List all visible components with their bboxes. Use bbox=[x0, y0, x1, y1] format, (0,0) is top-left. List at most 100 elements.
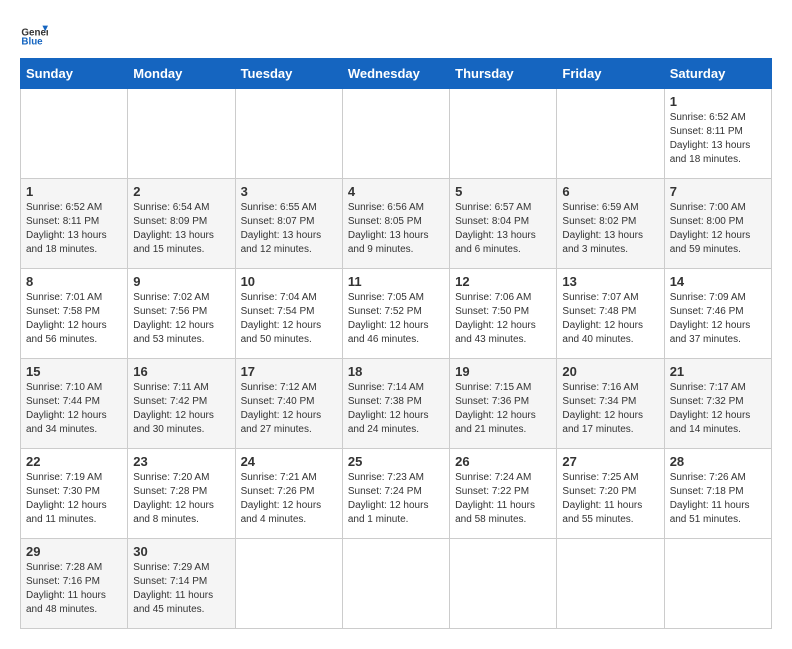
calendar-cell: 6 Sunrise: 6:59 AMSunset: 8:02 PMDayligh… bbox=[557, 179, 664, 269]
calendar-cell: 23 Sunrise: 7:20 AMSunset: 7:28 PMDaylig… bbox=[128, 449, 235, 539]
calendar-table: SundayMondayTuesdayWednesdayThursdayFrid… bbox=[20, 58, 772, 629]
day-info: Sunrise: 7:26 AMSunset: 7:18 PMDaylight:… bbox=[670, 472, 750, 525]
day-info: Sunrise: 7:09 AMSunset: 7:46 PMDaylight:… bbox=[670, 292, 751, 345]
day-header: Sunday bbox=[21, 59, 128, 89]
day-header: Friday bbox=[557, 59, 664, 89]
day-number: 2 bbox=[133, 184, 229, 199]
calendar-cell: 13 Sunrise: 7:07 AMSunset: 7:48 PMDaylig… bbox=[557, 269, 664, 359]
calendar-cell bbox=[557, 89, 664, 179]
day-number: 12 bbox=[455, 274, 551, 289]
day-number: 19 bbox=[455, 364, 551, 379]
day-info: Sunrise: 7:11 AMSunset: 7:42 PMDaylight:… bbox=[133, 382, 214, 435]
calendar-cell: 30 Sunrise: 7:29 AMSunset: 7:14 PMDaylig… bbox=[128, 539, 235, 629]
header: General Blue bbox=[20, 20, 772, 48]
calendar-row: 8 Sunrise: 7:01 AMSunset: 7:58 PMDayligh… bbox=[21, 269, 772, 359]
day-number: 17 bbox=[241, 364, 337, 379]
calendar-cell: 28 Sunrise: 7:26 AMSunset: 7:18 PMDaylig… bbox=[664, 449, 771, 539]
day-info: Sunrise: 7:00 AMSunset: 8:00 PMDaylight:… bbox=[670, 202, 751, 255]
calendar-row: 15 Sunrise: 7:10 AMSunset: 7:44 PMDaylig… bbox=[21, 359, 772, 449]
day-info: Sunrise: 7:24 AMSunset: 7:22 PMDaylight:… bbox=[455, 472, 535, 525]
day-number: 24 bbox=[241, 454, 337, 469]
calendar-cell: 3 Sunrise: 6:55 AMSunset: 8:07 PMDayligh… bbox=[235, 179, 342, 269]
day-number: 20 bbox=[562, 364, 658, 379]
day-header: Wednesday bbox=[342, 59, 449, 89]
day-info: Sunrise: 7:02 AMSunset: 7:56 PMDaylight:… bbox=[133, 292, 214, 345]
day-number: 29 bbox=[26, 544, 122, 559]
day-info: Sunrise: 6:52 AMSunset: 8:11 PMDaylight:… bbox=[670, 112, 751, 165]
day-info: Sunrise: 7:20 AMSunset: 7:28 PMDaylight:… bbox=[133, 472, 214, 525]
calendar-cell: 7 Sunrise: 7:00 AMSunset: 8:00 PMDayligh… bbox=[664, 179, 771, 269]
day-number: 18 bbox=[348, 364, 444, 379]
day-number: 1 bbox=[26, 184, 122, 199]
page-container: General Blue SundayMondayTuesdayWednesda… bbox=[20, 20, 772, 629]
day-info: Sunrise: 7:21 AMSunset: 7:26 PMDaylight:… bbox=[241, 472, 322, 525]
day-header: Tuesday bbox=[235, 59, 342, 89]
day-number: 11 bbox=[348, 274, 444, 289]
calendar-cell bbox=[128, 89, 235, 179]
day-header: Monday bbox=[128, 59, 235, 89]
calendar-cell bbox=[235, 89, 342, 179]
calendar-cell: 19 Sunrise: 7:15 AMSunset: 7:36 PMDaylig… bbox=[450, 359, 557, 449]
calendar-cell: 18 Sunrise: 7:14 AMSunset: 7:38 PMDaylig… bbox=[342, 359, 449, 449]
calendar-cell: 12 Sunrise: 7:06 AMSunset: 7:50 PMDaylig… bbox=[450, 269, 557, 359]
day-info: Sunrise: 6:52 AMSunset: 8:11 PMDaylight:… bbox=[26, 202, 107, 255]
calendar-cell: 2 Sunrise: 6:54 AMSunset: 8:09 PMDayligh… bbox=[128, 179, 235, 269]
day-info: Sunrise: 7:04 AMSunset: 7:54 PMDaylight:… bbox=[241, 292, 322, 345]
header-row: SundayMondayTuesdayWednesdayThursdayFrid… bbox=[21, 59, 772, 89]
day-number: 23 bbox=[133, 454, 229, 469]
day-number: 21 bbox=[670, 364, 766, 379]
calendar-row: 1 Sunrise: 6:52 AMSunset: 8:11 PMDayligh… bbox=[21, 89, 772, 179]
day-number: 1 bbox=[670, 94, 766, 109]
calendar-row: 22 Sunrise: 7:19 AMSunset: 7:30 PMDaylig… bbox=[21, 449, 772, 539]
calendar-cell: 14 Sunrise: 7:09 AMSunset: 7:46 PMDaylig… bbox=[664, 269, 771, 359]
calendar-cell: 11 Sunrise: 7:05 AMSunset: 7:52 PMDaylig… bbox=[342, 269, 449, 359]
calendar-cell: 27 Sunrise: 7:25 AMSunset: 7:20 PMDaylig… bbox=[557, 449, 664, 539]
day-number: 22 bbox=[26, 454, 122, 469]
day-info: Sunrise: 7:23 AMSunset: 7:24 PMDaylight:… bbox=[348, 472, 429, 525]
day-number: 5 bbox=[455, 184, 551, 199]
calendar-cell: 1 Sunrise: 6:52 AMSunset: 8:11 PMDayligh… bbox=[21, 179, 128, 269]
day-number: 14 bbox=[670, 274, 766, 289]
day-number: 6 bbox=[562, 184, 658, 199]
calendar-cell: 4 Sunrise: 6:56 AMSunset: 8:05 PMDayligh… bbox=[342, 179, 449, 269]
day-number: 15 bbox=[26, 364, 122, 379]
calendar-cell: 5 Sunrise: 6:57 AMSunset: 8:04 PMDayligh… bbox=[450, 179, 557, 269]
day-info: Sunrise: 7:16 AMSunset: 7:34 PMDaylight:… bbox=[562, 382, 643, 435]
calendar-cell: 24 Sunrise: 7:21 AMSunset: 7:26 PMDaylig… bbox=[235, 449, 342, 539]
day-header: Thursday bbox=[450, 59, 557, 89]
calendar-cell bbox=[342, 539, 449, 629]
day-info: Sunrise: 7:10 AMSunset: 7:44 PMDaylight:… bbox=[26, 382, 107, 435]
day-number: 30 bbox=[133, 544, 229, 559]
day-info: Sunrise: 7:07 AMSunset: 7:48 PMDaylight:… bbox=[562, 292, 643, 345]
day-info: Sunrise: 6:55 AMSunset: 8:07 PMDaylight:… bbox=[241, 202, 322, 255]
day-info: Sunrise: 6:56 AMSunset: 8:05 PMDaylight:… bbox=[348, 202, 429, 255]
calendar-row: 29 Sunrise: 7:28 AMSunset: 7:16 PMDaylig… bbox=[21, 539, 772, 629]
calendar-cell: 21 Sunrise: 7:17 AMSunset: 7:32 PMDaylig… bbox=[664, 359, 771, 449]
day-number: 13 bbox=[562, 274, 658, 289]
day-number: 27 bbox=[562, 454, 658, 469]
calendar-cell bbox=[450, 89, 557, 179]
day-info: Sunrise: 6:54 AMSunset: 8:09 PMDaylight:… bbox=[133, 202, 214, 255]
calendar-cell: 17 Sunrise: 7:12 AMSunset: 7:40 PMDaylig… bbox=[235, 359, 342, 449]
calendar-cell bbox=[557, 539, 664, 629]
day-number: 10 bbox=[241, 274, 337, 289]
calendar-cell: 29 Sunrise: 7:28 AMSunset: 7:16 PMDaylig… bbox=[21, 539, 128, 629]
day-number: 16 bbox=[133, 364, 229, 379]
calendar-cell: 26 Sunrise: 7:24 AMSunset: 7:22 PMDaylig… bbox=[450, 449, 557, 539]
day-number: 3 bbox=[241, 184, 337, 199]
day-info: Sunrise: 7:29 AMSunset: 7:14 PMDaylight:… bbox=[133, 562, 213, 615]
day-info: Sunrise: 7:01 AMSunset: 7:58 PMDaylight:… bbox=[26, 292, 107, 345]
calendar-cell bbox=[21, 89, 128, 179]
svg-text:Blue: Blue bbox=[21, 37, 43, 48]
calendar-cell bbox=[450, 539, 557, 629]
day-info: Sunrise: 7:12 AMSunset: 7:40 PMDaylight:… bbox=[241, 382, 322, 435]
day-number: 25 bbox=[348, 454, 444, 469]
calendar-row: 1 Sunrise: 6:52 AMSunset: 8:11 PMDayligh… bbox=[21, 179, 772, 269]
day-info: Sunrise: 6:59 AMSunset: 8:02 PMDaylight:… bbox=[562, 202, 643, 255]
calendar-cell: 9 Sunrise: 7:02 AMSunset: 7:56 PMDayligh… bbox=[128, 269, 235, 359]
day-number: 26 bbox=[455, 454, 551, 469]
calendar-cell: 22 Sunrise: 7:19 AMSunset: 7:30 PMDaylig… bbox=[21, 449, 128, 539]
day-info: Sunrise: 7:05 AMSunset: 7:52 PMDaylight:… bbox=[348, 292, 429, 345]
day-info: Sunrise: 7:19 AMSunset: 7:30 PMDaylight:… bbox=[26, 472, 107, 525]
day-number: 8 bbox=[26, 274, 122, 289]
